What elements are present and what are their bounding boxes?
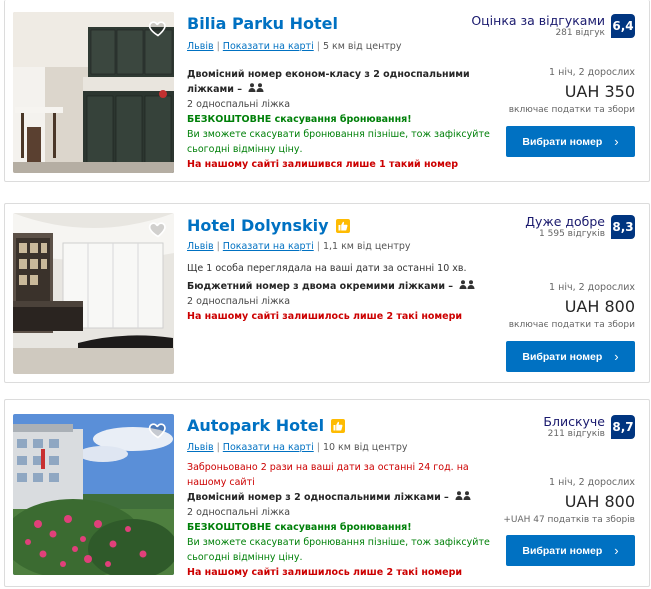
review-count: 211 відгуків [547,429,605,439]
price-block: 1 ніч, 2 дорослих UAH 800 включає податк… [509,282,635,330]
thumbs-up-badge-icon [331,418,346,433]
hotel-title-row: Autopark Hotel [187,416,346,435]
review-count: 1 595 відгуків [539,229,605,239]
hotel-title-row: Bilia Parku Hotel [187,14,338,33]
heart-icon[interactable] [148,219,168,239]
two-persons-icon [248,82,264,97]
heart-icon[interactable] [148,420,168,440]
heart-icon[interactable] [148,18,168,38]
location-row: Львів | Показати на карті | 10 км від центру [187,442,408,453]
room-name: Двомісний номер з 2 односпальними ліжкам… [187,490,497,505]
room-details: Ще 1 особа переглядала на ваші дати за о… [187,261,497,324]
room-details: Двомісний номер економ-класу з 2 односпа… [187,67,497,172]
score-badge: 6,4 [611,13,635,38]
free-cancellation-text: БЕЗКОШТОВНЕ скасування бронювання! [187,522,412,533]
tax-text: включає податки та збори [508,105,635,115]
hotel-photo[interactable] [13,414,174,575]
location-row: Львів | Показати на карті | 5 км від центру [187,41,402,52]
score-badge: 8,7 [611,414,635,439]
select-room-button[interactable]: Вибрати номер › [506,126,635,157]
score-badge: 8,3 [611,214,635,239]
thumbs-up-badge-icon [335,218,350,233]
beds-text: 2 односпальні ліжка [187,296,291,307]
two-persons-icon [455,490,471,505]
city-link[interactable]: Львів [187,241,214,252]
chevron-right-icon: › [614,134,619,149]
cancel-note-text: Ви зможете скасувати бронювання пізніше,… [187,129,490,155]
recent-viewers-text: Ще 1 особа переглядала на ваші дати за о… [187,263,467,274]
hotel-title-row: Hotel Dolynskiy [187,216,350,235]
hotel-photo[interactable] [13,12,174,173]
price-block: 1 ніч, 2 дорослих UAH 800 +UAH 47 податк… [503,477,635,525]
price-text: UAH 350 [564,82,635,101]
scarcity-text: На нашому сайті залишилось лише 2 такі н… [187,567,463,578]
select-room-button[interactable]: Вибрати номер › [506,535,635,566]
occupancy-text: 1 ніч, 2 дорослих [549,282,635,293]
price-text: UAH 800 [564,297,635,316]
room-name: Бюджетний номер з двома окремими ліжками… [187,279,497,294]
show-on-map-link[interactable]: Показати на карті [223,41,314,52]
show-on-map-link[interactable]: Показати на карті [223,241,314,252]
review-word: Блискуче [543,414,605,429]
scarcity-text: На нашому сайті залишився лише 1 такий н… [187,159,459,170]
occupancy-text: 1 ніч, 2 дорослих [549,67,635,78]
review-count: 281 відгук [555,28,605,38]
distance-text: 10 км від центру [322,442,408,453]
room-details: Заброньовано 2 рази на ваші дати за оста… [187,460,497,580]
occupancy-text: 1 ніч, 2 дорослих [549,477,635,488]
show-on-map-link[interactable]: Показати на карті [223,442,314,453]
hotel-card-bilia-parku: Bilia Parku Hotel Львів | Показати на карт… [4,0,650,182]
select-room-button[interactable]: Вибрати номер › [506,341,635,372]
beds-text: 2 односпальні ліжка [187,99,291,110]
review-score-block[interactable]: Блискуче 211 відгуків 8,7 [543,414,635,439]
scarcity-text: На нашому сайті залишилось лише 2 такі н… [187,311,463,322]
free-cancellation-text: БЕЗКОШТОВНЕ скасування бронювання! [187,114,412,125]
review-word: Дуже добре [525,214,605,229]
hotel-card-autopark: Autopark Hotel Львів | Показати на карті | 1… [4,399,650,587]
distance-text: 1,1 км від центру [322,241,411,252]
cancel-note-text: Ви зможете скасувати бронювання пізніше,… [187,537,490,563]
room-name: Двомісний номер економ-класу з 2 односпа… [187,69,470,97]
chevron-right-icon: › [614,543,619,558]
hotel-name-link[interactable]: Hotel Dolynskiy [187,216,329,235]
distance-text: 5 км від центру [322,41,402,52]
hotel-name-link[interactable]: Bilia Parku Hotel [187,14,338,33]
chevron-right-icon: › [614,349,619,364]
location-row: Львів | Показати на карті | 1,1 км від центр… [187,241,411,252]
review-score-block[interactable]: Дуже добре 1 595 відгуків 8,3 [525,214,635,239]
review-word: Оцінка за відгуками [471,13,605,28]
tax-text: включає податки та збори [508,320,635,330]
price-text: UAH 800 [564,492,635,511]
review-score-block[interactable]: Оцінка за відгуками 281 відгук 6,4 [471,13,635,38]
city-link[interactable]: Львів [187,41,214,52]
city-link[interactable]: Львів [187,442,214,453]
price-block: 1 ніч, 2 дорослих UAH 350 включає податк… [509,67,635,115]
beds-text: 2 односпальні ліжка [187,507,291,518]
tax-text: +UAH 47 податків та зборів [503,515,635,525]
two-persons-icon [459,279,475,294]
hotel-name-link[interactable]: Autopark Hotel [187,416,324,435]
hotel-card-dolynskiy: Hotel Dolynskiy Львів | Показати на карті |… [4,203,650,383]
hotel-photo[interactable] [13,213,174,374]
booked-recently-text: Заброньовано 2 рази на ваші дати за оста… [187,462,469,488]
